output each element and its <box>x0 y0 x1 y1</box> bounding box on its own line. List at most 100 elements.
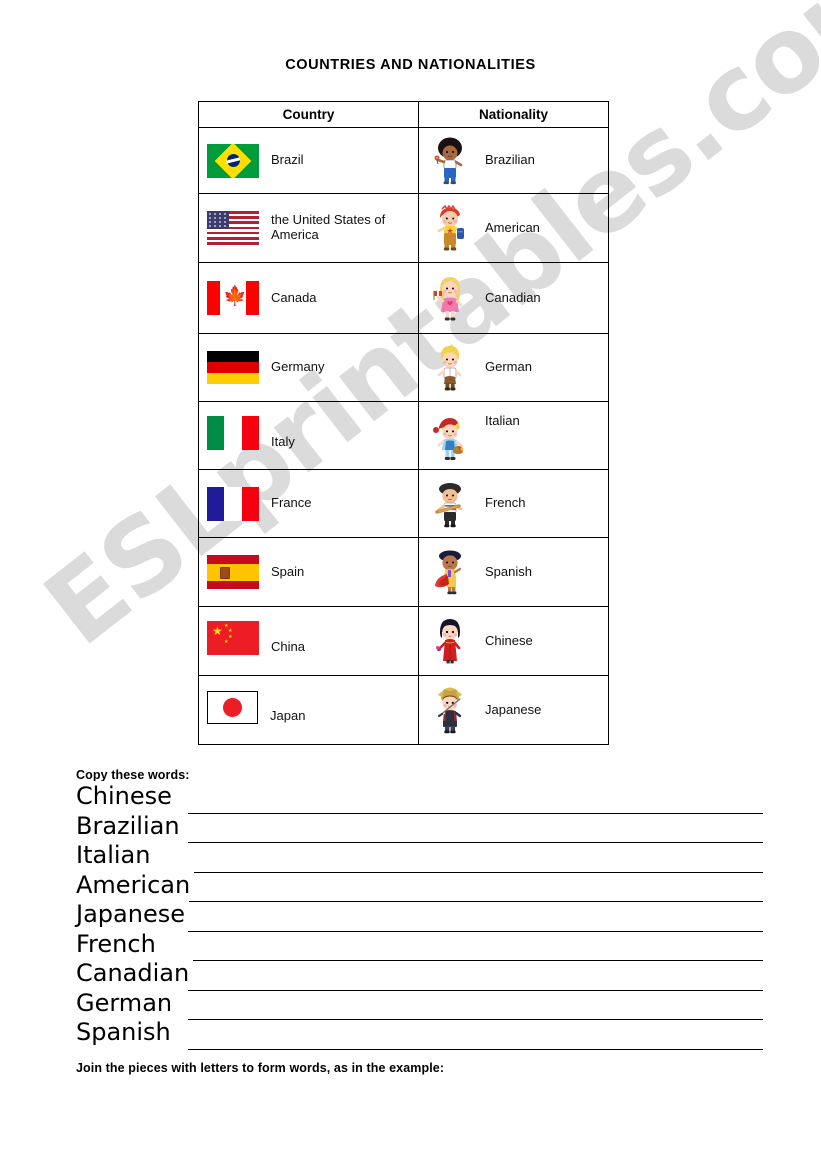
writing-line[interactable] <box>188 930 763 932</box>
country-label: Canada <box>271 289 317 305</box>
country-cell: ★ ★ ★ ★ ★ China <box>198 606 419 676</box>
country-label: the United States of America <box>271 212 386 242</box>
american-figure-icon <box>429 203 471 253</box>
writing-line[interactable] <box>188 989 763 991</box>
column-header-nationality: Nationality <box>418 101 609 128</box>
list-item: American <box>76 869 776 902</box>
list-item: Italian <box>76 840 776 873</box>
canada-flag-icon: 🍁 <box>207 281 259 315</box>
table-row: Japan Japanese <box>198 675 609 745</box>
writing-line[interactable] <box>188 812 763 814</box>
country-cell: France <box>198 469 419 538</box>
country-cell: Germany <box>198 333 419 402</box>
copy-words-list: Chinese Brazilian Italian American Japan… <box>76 781 776 1050</box>
copy-word: Canadian <box>76 958 194 988</box>
table-row: France French <box>198 469 609 538</box>
copy-word: French <box>76 928 160 959</box>
star-icon: ★ <box>212 624 223 638</box>
brazilian-figure-icon <box>429 136 471 186</box>
table-row: ★ ★ ★ ★ ★ China Chinese <box>198 606 609 676</box>
country-cell: Spain <box>198 537 419 607</box>
nationality-label: Chinese <box>485 632 533 648</box>
copy-word: Japanese <box>76 899 189 929</box>
nationality-cell: Chinese <box>418 606 609 676</box>
spain-flag-icon <box>207 555 259 589</box>
table-row: Spain Spanish <box>198 537 609 607</box>
country-label: Italy <box>271 433 295 449</box>
nationality-cell: Brazilian <box>418 127 609 194</box>
country-cell: 🍁 Canada <box>198 262 419 334</box>
list-item: German <box>76 987 776 1020</box>
list-item: Chinese <box>76 781 776 814</box>
copy-word: American <box>76 869 195 900</box>
nationality-label: American <box>485 219 540 235</box>
star-icon: ★ <box>224 639 229 645</box>
writing-line[interactable] <box>188 901 763 902</box>
copy-word: Chinese <box>76 781 176 811</box>
country-cell: Italy <box>198 401 419 470</box>
nationality-cell: Spanish <box>418 537 609 607</box>
list-item: Canadian <box>76 958 776 991</box>
table-row: Italy Italian <box>198 401 609 470</box>
italian-figure-icon <box>429 414 471 464</box>
copy-words-exercise: Copy these words: Chinese Brazilian Ital… <box>76 768 776 1050</box>
countries-nationalities-table: Country Nationality Brazil Brazilian the… <box>198 101 609 745</box>
column-header-country: Country <box>198 101 419 128</box>
list-item: Japanese <box>76 899 776 932</box>
country-cell: the United States of America <box>198 193 419 263</box>
copy-word: Brazilian <box>76 810 184 841</box>
table-row: the United States of America American <box>198 193 609 263</box>
country-label: China <box>271 639 305 655</box>
country-cell: Brazil <box>198 127 419 194</box>
nationality-cell: Japanese <box>418 675 609 745</box>
canadian-figure-icon <box>429 273 471 323</box>
nationality-label: Spanish <box>485 563 532 579</box>
usa-flag-icon <box>207 211 259 245</box>
country-label: Japan <box>270 707 306 723</box>
writing-line[interactable] <box>188 1048 763 1050</box>
writing-line[interactable] <box>188 960 763 961</box>
chinese-figure-icon <box>429 616 471 666</box>
copy-words-heading: Copy these words: <box>76 768 190 782</box>
nationality-label: Italian <box>485 412 520 428</box>
nationality-cell: Canadian <box>418 262 609 334</box>
country-label: Spain <box>271 563 305 579</box>
copy-word: Italian <box>76 840 155 870</box>
nationality-label: French <box>485 495 526 511</box>
page-title: COUNTRIES AND NATIONALITIES <box>285 57 536 73</box>
french-figure-icon <box>429 479 471 529</box>
list-item: Spanish <box>76 1017 776 1050</box>
country-label: Germany <box>271 359 325 375</box>
brazil-flag-icon <box>207 143 259 178</box>
nationality-label: Japanese <box>485 701 542 717</box>
country-label: Brazil <box>271 152 304 168</box>
china-flag-icon: ★ ★ ★ ★ ★ <box>207 621 259 655</box>
list-item: French <box>76 928 776 961</box>
writing-line[interactable] <box>188 1019 763 1020</box>
country-cell: Japan <box>198 675 419 745</box>
japan-flag-icon <box>207 690 258 724</box>
copy-word: German <box>76 987 177 1018</box>
nationality-label: German <box>485 359 532 375</box>
nationality-label: Brazilian <box>485 152 535 168</box>
italy-flag-icon <box>207 415 259 450</box>
germany-flag-icon <box>207 350 259 385</box>
join-pieces-instruction: Join the pieces with letters to form wor… <box>76 1061 445 1075</box>
nationality-cell: French <box>418 469 609 538</box>
star-icon: ★ <box>228 634 233 640</box>
nationality-cell: American <box>418 193 609 263</box>
maple-leaf-icon: 🍁 <box>223 286 247 307</box>
german-figure-icon <box>429 343 471 393</box>
copy-word: Spanish <box>76 1017 175 1047</box>
table-row: Brazil Brazilian <box>198 127 609 194</box>
france-flag-icon <box>207 486 259 521</box>
nationality-cell: Italian <box>418 401 609 470</box>
country-label: France <box>271 495 312 511</box>
table-header-row: Country Nationality <box>198 101 609 128</box>
spanish-figure-icon <box>429 547 471 597</box>
nationality-cell: German <box>418 333 609 402</box>
table-row: Germany German <box>198 333 609 402</box>
writing-line[interactable] <box>188 842 763 843</box>
japanese-figure-icon <box>429 685 471 735</box>
writing-line[interactable] <box>188 871 763 873</box>
